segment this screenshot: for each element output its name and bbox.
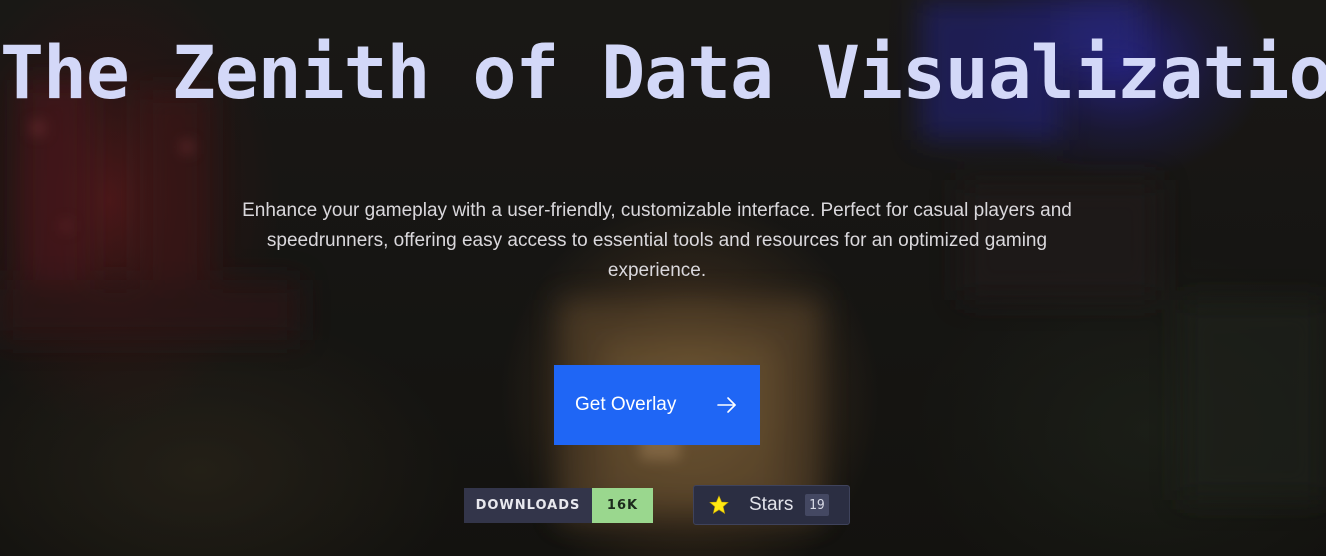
downloads-badge-value: 16K <box>592 488 653 523</box>
get-overlay-button[interactable]: Get Overlay <box>554 365 760 445</box>
arrow-right-icon <box>717 397 736 413</box>
github-stars-button[interactable]: Stars 19 <box>693 485 850 525</box>
downloads-badge-label: DOWNLOADS <box>464 488 592 523</box>
downloads-badge[interactable]: DOWNLOADS 16K <box>464 488 653 523</box>
stars-count: 19 <box>805 494 829 516</box>
stars-label: Stars <box>749 494 794 515</box>
hero-section: The Zenith of Data Visualization Enhance… <box>0 0 1326 556</box>
star-icon <box>709 495 729 514</box>
get-overlay-label: Get Overlay <box>575 394 677 415</box>
page-title: The Zenith of Data Visualization <box>0 31 1326 116</box>
hero-description: Enhance your gameplay with a user-friend… <box>242 200 1072 281</box>
